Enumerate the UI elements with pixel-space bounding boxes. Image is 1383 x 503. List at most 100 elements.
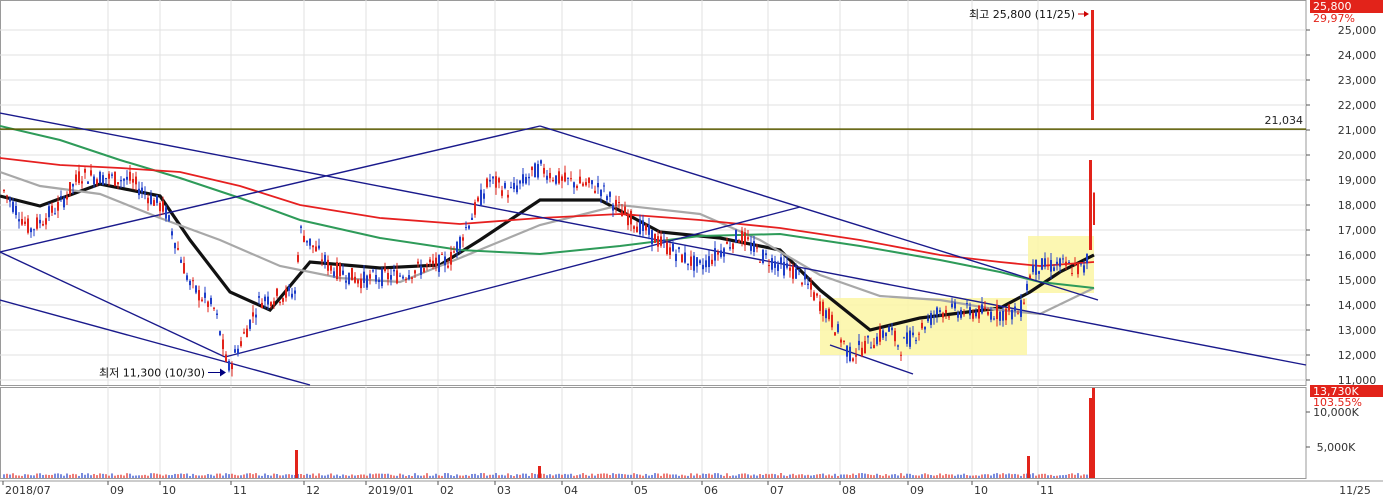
candle-body bbox=[831, 314, 833, 328]
candle-body bbox=[852, 358, 854, 361]
candle-body bbox=[870, 347, 872, 349]
volume-bar bbox=[573, 475, 575, 478]
volume-bar bbox=[387, 473, 389, 478]
candle-body bbox=[303, 235, 305, 242]
volume-tick-label: 5,000K bbox=[1317, 441, 1356, 454]
candle-body bbox=[1020, 300, 1022, 317]
volume-bar bbox=[972, 475, 974, 478]
candle-body bbox=[846, 345, 848, 357]
candle-body bbox=[981, 304, 983, 314]
candle-body bbox=[513, 182, 515, 190]
volume-bar bbox=[804, 475, 806, 478]
volume-bar bbox=[1089, 398, 1092, 478]
candle-body bbox=[594, 190, 596, 193]
volume-bar bbox=[102, 473, 104, 478]
volume-bar bbox=[837, 475, 839, 478]
candle-body bbox=[294, 290, 296, 294]
price-tick-label: 19,000 bbox=[1338, 174, 1377, 187]
volume-bar bbox=[48, 474, 50, 478]
candle-body bbox=[51, 205, 53, 213]
candle-body bbox=[684, 252, 686, 263]
candle-body bbox=[702, 264, 704, 270]
candle-body bbox=[321, 259, 323, 261]
volume-bar bbox=[438, 475, 440, 478]
volume-bar bbox=[681, 474, 683, 478]
volume-bar bbox=[525, 473, 527, 478]
volume-bar bbox=[1068, 474, 1070, 478]
candle-body bbox=[1008, 305, 1010, 311]
candle-body bbox=[588, 177, 590, 183]
candle-body bbox=[177, 248, 179, 250]
candle-body bbox=[393, 269, 395, 272]
volume-bar bbox=[792, 473, 794, 478]
volume-bar bbox=[303, 475, 305, 478]
volume-bar bbox=[531, 473, 533, 478]
candle-body bbox=[948, 316, 950, 318]
candle-body bbox=[858, 340, 860, 346]
candle-body bbox=[273, 301, 275, 305]
volume-bar bbox=[378, 473, 380, 478]
volume-bar bbox=[1080, 475, 1082, 478]
candle-body bbox=[318, 245, 320, 249]
candle-body bbox=[219, 331, 221, 336]
candle-body bbox=[693, 255, 695, 271]
volume-bar bbox=[636, 474, 638, 478]
volume-bar bbox=[519, 474, 521, 478]
candle-body bbox=[810, 282, 812, 290]
candle-body bbox=[678, 247, 680, 250]
volume-bar bbox=[1059, 475, 1061, 478]
volume-bar bbox=[249, 473, 251, 478]
x-tick-label: 09 bbox=[910, 484, 924, 497]
volume-bar bbox=[390, 474, 392, 478]
volume-bar bbox=[1074, 474, 1076, 478]
volume-bar bbox=[228, 474, 230, 478]
volume-bar bbox=[657, 473, 659, 478]
volume-bar bbox=[321, 475, 323, 478]
x-tick-label: 06 bbox=[704, 484, 718, 497]
volume-bar bbox=[1020, 475, 1022, 478]
volume-bar bbox=[267, 475, 269, 478]
candle-body bbox=[1091, 10, 1094, 120]
volume-bar bbox=[510, 475, 512, 478]
candle-body bbox=[222, 339, 224, 350]
candle-body bbox=[357, 279, 359, 284]
candle-body bbox=[567, 177, 569, 179]
volume-bar bbox=[288, 474, 290, 478]
volume-bar bbox=[351, 474, 353, 478]
candle-body bbox=[117, 182, 119, 185]
volume-bar bbox=[663, 473, 665, 478]
candle-body bbox=[654, 233, 656, 243]
volume-bar bbox=[78, 475, 80, 478]
candle-body bbox=[534, 163, 536, 178]
candle-body bbox=[1077, 263, 1079, 275]
candle-body bbox=[189, 280, 191, 286]
candle-body bbox=[150, 195, 152, 205]
candle-body bbox=[291, 293, 293, 298]
candle-body bbox=[432, 260, 434, 264]
candle-body bbox=[450, 251, 452, 265]
candle-body bbox=[579, 176, 581, 184]
volume-bar bbox=[60, 474, 62, 478]
volume-bar bbox=[615, 474, 617, 478]
candle-body bbox=[339, 263, 341, 277]
volume-bar bbox=[18, 475, 20, 478]
candle-body bbox=[183, 263, 185, 274]
volume-bar bbox=[396, 475, 398, 478]
volume-bar bbox=[678, 475, 680, 478]
candle-body bbox=[240, 341, 242, 347]
candle-body bbox=[1014, 306, 1016, 311]
candle-body bbox=[1026, 283, 1028, 291]
candle-body bbox=[351, 267, 353, 281]
candle-body bbox=[486, 178, 488, 188]
candle-body bbox=[459, 237, 461, 249]
candle-body bbox=[804, 273, 806, 280]
volume-bar bbox=[384, 473, 386, 478]
candle-body bbox=[975, 311, 977, 317]
candle-body bbox=[261, 302, 263, 308]
candle-body bbox=[1089, 160, 1092, 250]
candle-body bbox=[786, 263, 788, 268]
volume-bar bbox=[987, 474, 989, 478]
volume-bar bbox=[960, 474, 962, 478]
candle-body bbox=[402, 276, 404, 279]
volume-bar bbox=[762, 474, 764, 478]
